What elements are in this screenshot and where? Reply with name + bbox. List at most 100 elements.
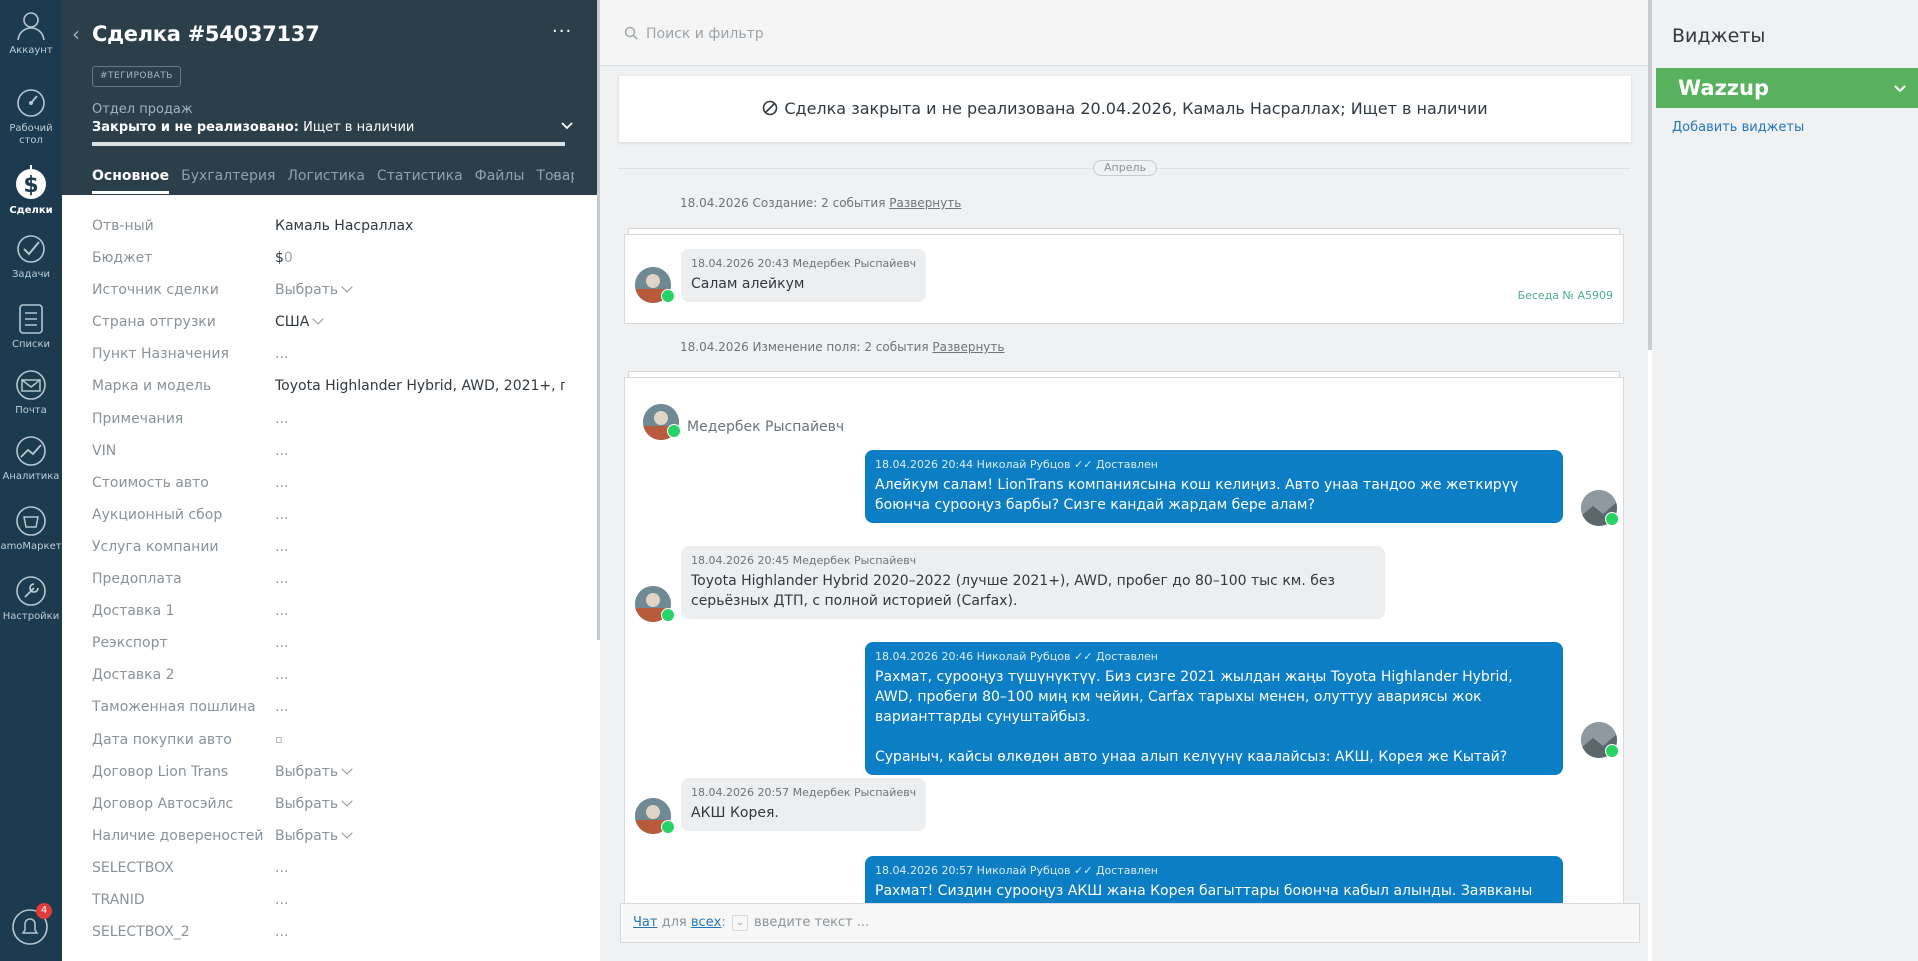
sender-name: Медербек Рыспайевч	[687, 419, 845, 435]
event-text: 18.04.2026 Создание: 2 события	[680, 196, 886, 210]
chevron-down-icon[interactable]	[557, 116, 577, 136]
mail-icon	[16, 370, 46, 400]
field-value[interactable]: ...	[275, 409, 565, 429]
nav-label-dashboard: Рабочий стол	[9, 123, 53, 146]
field-value[interactable]: ...	[275, 697, 565, 717]
more-menu-icon[interactable]: ···	[552, 20, 572, 44]
nav-market[interactable]: amoМаркет	[0, 496, 62, 564]
nav-analytics[interactable]: Аналитика	[0, 426, 62, 494]
field-value[interactable]: ...	[275, 344, 565, 364]
field-value[interactable]: ...	[275, 633, 565, 653]
field-row: Предоплата...	[92, 563, 582, 595]
field-row: VIN...	[92, 435, 582, 467]
field-value[interactable]: ...	[275, 665, 565, 685]
nav-mail[interactable]: Почта	[0, 360, 62, 428]
expand-link[interactable]: Развернуть	[889, 196, 961, 210]
field-row: Дата покупки авто ▫	[92, 724, 582, 756]
nav-settings[interactable]: Настройки	[0, 566, 62, 634]
select-value: США	[275, 314, 310, 331]
whatsapp-icon	[1605, 744, 1619, 758]
tasks-icon	[17, 235, 45, 263]
field-select[interactable]: Выбрать	[275, 762, 565, 782]
message-meta: 18.04.2026 20:46 Николай Рубцов ✓✓ Доста…	[875, 650, 1158, 663]
conversation-link[interactable]: Беседа № A5909	[1518, 289, 1613, 303]
add-widgets-link[interactable]: Добавить виджеты	[1672, 120, 1804, 136]
left-nav: Аккаунт Рабочий стол $ Сделки Задачи Спи…	[0, 0, 62, 961]
field-select[interactable]: Выбрать	[275, 826, 565, 846]
chat-colon: :	[721, 915, 726, 930]
whatsapp-icon	[661, 608, 675, 622]
delivery-status: Доставлен	[1095, 650, 1158, 663]
forbidden-icon	[763, 100, 778, 115]
back-chevron-icon[interactable]: ‹	[72, 22, 80, 46]
tab-accounting[interactable]: Бухгалтерия	[181, 166, 275, 186]
field-value[interactable]: ...	[275, 441, 565, 461]
field-value[interactable]: ...	[275, 922, 565, 942]
field-value[interactable]: ...	[275, 601, 565, 621]
field-label: TRANID	[92, 891, 145, 908]
field-value[interactable]: ...	[275, 537, 565, 557]
chat-card: 18.04.2026 20:43 Медербек Рыспайевч Сала…	[624, 234, 1624, 324]
nav-deals[interactable]: $ Сделки	[0, 156, 62, 224]
field-row: Стоимость авто...	[92, 467, 582, 499]
select-value: Выбрать	[275, 282, 339, 299]
calendar-icon[interactable]: ▫	[275, 730, 565, 750]
tab-main[interactable]: Основное	[92, 166, 170, 194]
nav-account[interactable]: Аккаунт	[0, 0, 62, 68]
feed-panel: Поиск и фильтр Сделка закрыта и не реали…	[600, 0, 1648, 961]
message-text: Рахмат, сурооңуз түшүнүктүү. Биз сизге 2…	[875, 669, 1513, 725]
chevron-down-icon[interactable]	[1892, 80, 1908, 96]
field-row: Пункт Назначения...	[92, 338, 582, 370]
field-value[interactable]: Камаль Насраллах	[275, 216, 565, 236]
chevron-down-icon[interactable]: ⌄	[731, 914, 748, 931]
select-value: Выбрать	[275, 795, 339, 812]
field-select[interactable]: Выбрать	[275, 280, 565, 300]
field-label: Дата покупки авто	[92, 731, 232, 748]
search-input[interactable]: Поиск и фильтр	[646, 26, 764, 42]
field-value[interactable]: ...	[275, 505, 565, 525]
field-select[interactable]: Выбрать	[275, 794, 565, 814]
field-row: SELECTBOX_2...	[92, 916, 582, 948]
field-row: Отв-ный Камаль Насраллах	[92, 210, 582, 242]
chat-input-bar[interactable]: Чат для всех: ⌄ введите текст ...	[620, 903, 1640, 943]
message-meta: 18.04.2026 20:57 Николай Рубцов ✓✓ Доста…	[875, 864, 1158, 877]
search-bar[interactable]: Поиск и фильтр	[600, 0, 1648, 66]
account-icon	[17, 12, 45, 41]
select-value: Выбрать	[275, 763, 339, 780]
nav-dashboard[interactable]: Рабочий стол	[0, 78, 62, 146]
tab-logistics[interactable]: Логистика	[287, 166, 365, 186]
nav-tasks[interactable]: Задачи	[0, 224, 62, 292]
field-label: Примечания	[92, 410, 184, 427]
field-value[interactable]: $0	[275, 248, 565, 268]
field-label: Бюджет	[92, 250, 153, 267]
pipeline-status[interactable]: Закрыто и не реализовано: Ищет в наличии	[92, 120, 414, 136]
field-row: Таможенная пошлина...	[92, 691, 582, 723]
nav-label-mail: Почта	[15, 405, 47, 416]
field-value[interactable]: ...	[275, 569, 565, 589]
field-row: Примечания...	[92, 403, 582, 435]
tab-statistics[interactable]: Статистика	[377, 166, 463, 186]
field-value[interactable]: ...	[275, 473, 565, 493]
notifications-button[interactable]: 4	[10, 903, 52, 947]
chat-mode-link[interactable]: Чат	[633, 915, 657, 930]
nav-label-account: Аккаунт	[9, 45, 53, 56]
tag-button[interactable]: #ТЕГИРОВАТЬ	[92, 66, 181, 87]
field-select[interactable]: США	[275, 312, 565, 332]
field-value[interactable]: ...	[275, 890, 565, 910]
tabs-more-icon[interactable]: ···	[552, 166, 567, 186]
wazzup-widget[interactable]: Wazzup	[1656, 68, 1918, 108]
nav-lists[interactable]: Списки	[0, 294, 62, 362]
recipients-link[interactable]: всех	[691, 915, 722, 930]
outgoing-message: 18.04.2026 20:46 Николай Рубцов ✓✓ Доста…	[865, 642, 1563, 775]
field-value[interactable]: ...	[275, 858, 565, 878]
field-label: Марка и модель	[92, 378, 212, 395]
deal-header: ‹ Сделка #54037137 ··· #ТЕГИРОВАТЬ Отдел…	[62, 0, 597, 195]
field-label: SELECTBOX	[92, 859, 174, 876]
whatsapp-icon	[1605, 512, 1619, 526]
expand-link[interactable]: Развернуть	[932, 340, 1004, 354]
field-value[interactable]: Toyota Highlander Hybrid, AWD, 2021+, пр…	[275, 376, 565, 396]
deal-title[interactable]: Сделка #54037137	[92, 20, 320, 48]
chat-input-field[interactable]: введите текст ...	[754, 915, 869, 930]
field-label: Услуга компании	[92, 538, 219, 555]
tab-files[interactable]: Файлы	[475, 166, 525, 186]
